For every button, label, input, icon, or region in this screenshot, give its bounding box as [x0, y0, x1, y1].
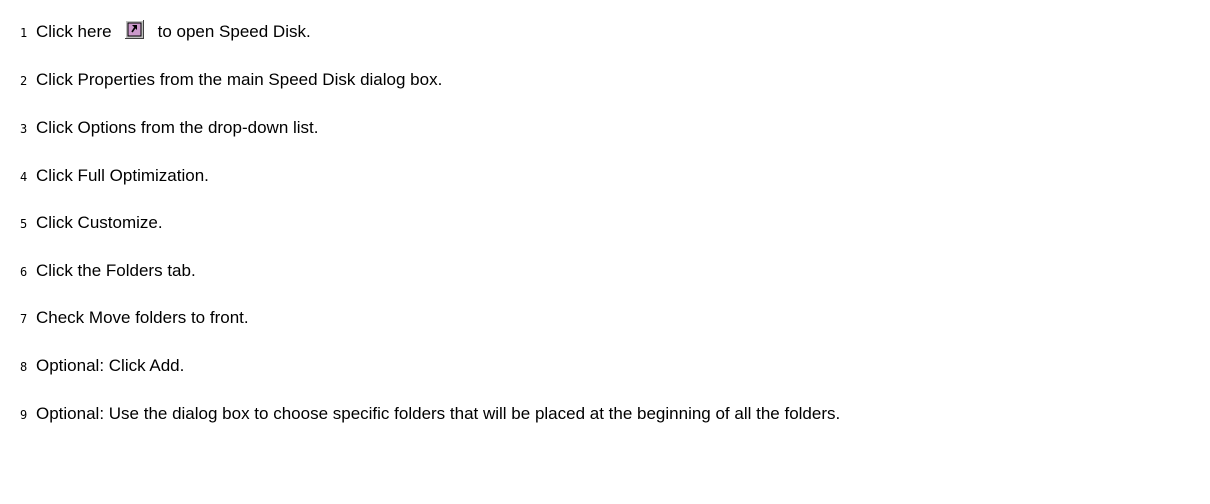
step-9: 9 Optional: Use the dialog box to choose…: [20, 403, 1186, 424]
step-number: 7: [20, 312, 28, 326]
step-text: Optional: Use the dialog box to choose s…: [36, 404, 841, 423]
step-text: Click Options from the drop-down list.: [36, 118, 319, 137]
step-number: 4: [20, 170, 28, 184]
step-4: 4 Click Full Optimization.: [20, 165, 1186, 186]
step-text: Optional: Click Add.: [36, 356, 185, 375]
step-text: Click Customize.: [36, 213, 163, 232]
step-text-before: Click here: [36, 22, 112, 41]
step-number: 8: [20, 360, 28, 374]
step-2: 2 Click Properties from the main Speed D…: [20, 69, 1186, 90]
step-text: Click the Folders tab.: [36, 261, 196, 280]
step-5: 5 Click Customize.: [20, 212, 1186, 233]
speed-disk-launch-icon[interactable]: [124, 20, 144, 39]
step-number: 9: [20, 408, 28, 422]
step-text: Click Properties from the main Speed Dis…: [36, 70, 443, 89]
step-number: 5: [20, 217, 28, 231]
step-8: 8 Optional: Click Add.: [20, 355, 1186, 376]
step-text: Check Move folders to front.: [36, 308, 249, 327]
step-number: 2: [20, 74, 28, 88]
step-7: 7 Check Move folders to front.: [20, 307, 1186, 328]
step-number: 3: [20, 122, 28, 136]
step-number: 1: [20, 26, 28, 40]
step-6: 6 Click the Folders tab.: [20, 260, 1186, 281]
step-text-after: to open Speed Disk.: [157, 22, 311, 41]
step-text: Click Full Optimization.: [36, 166, 209, 185]
step-3: 3 Click Options from the drop-down list.: [20, 117, 1186, 138]
step-text: Click here to open Speed Disk.: [36, 20, 1186, 42]
step-1: 1 Click here to open Speed Disk.: [20, 20, 1186, 42]
step-number: 6: [20, 265, 28, 279]
